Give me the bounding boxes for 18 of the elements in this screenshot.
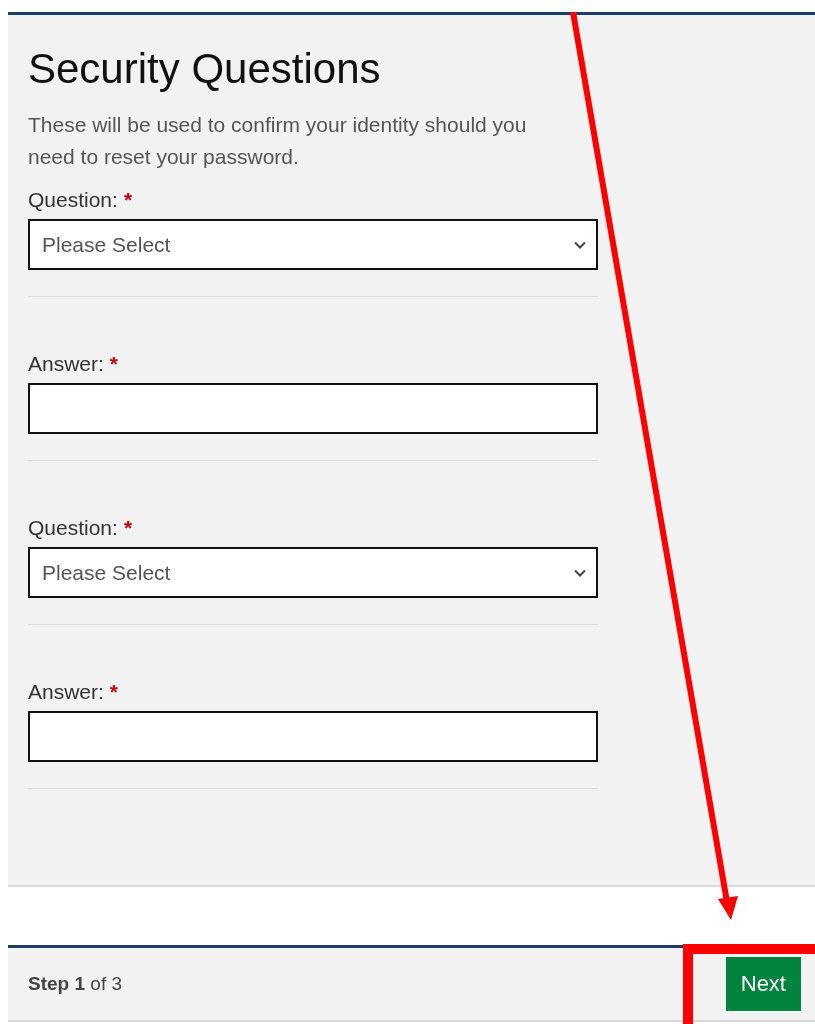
required-mark: * xyxy=(109,679,119,705)
required-mark: * xyxy=(123,515,133,541)
required-mark: * xyxy=(109,351,119,377)
select-field[interactable]: Please Select xyxy=(28,219,598,270)
next-button[interactable]: Next xyxy=(725,957,801,1011)
step-indicator: Step 1 of 3 xyxy=(28,973,122,995)
chevron-down-icon xyxy=(574,568,586,577)
page-title: Security Questions xyxy=(28,44,382,94)
required-mark: * xyxy=(123,187,133,213)
field-label: Answer: xyxy=(28,351,104,377)
field-label: Answer: xyxy=(28,679,104,705)
intro-text: These will be used to confirm your identity should you need to reset your password. xyxy=(28,112,528,170)
chevron-down-icon xyxy=(574,240,586,249)
field-label: Question: xyxy=(28,187,118,213)
input-field[interactable] xyxy=(28,711,598,762)
input-field[interactable] xyxy=(28,383,598,434)
field-label: Question: xyxy=(28,515,118,541)
select-field[interactable]: Please Select xyxy=(28,547,598,598)
